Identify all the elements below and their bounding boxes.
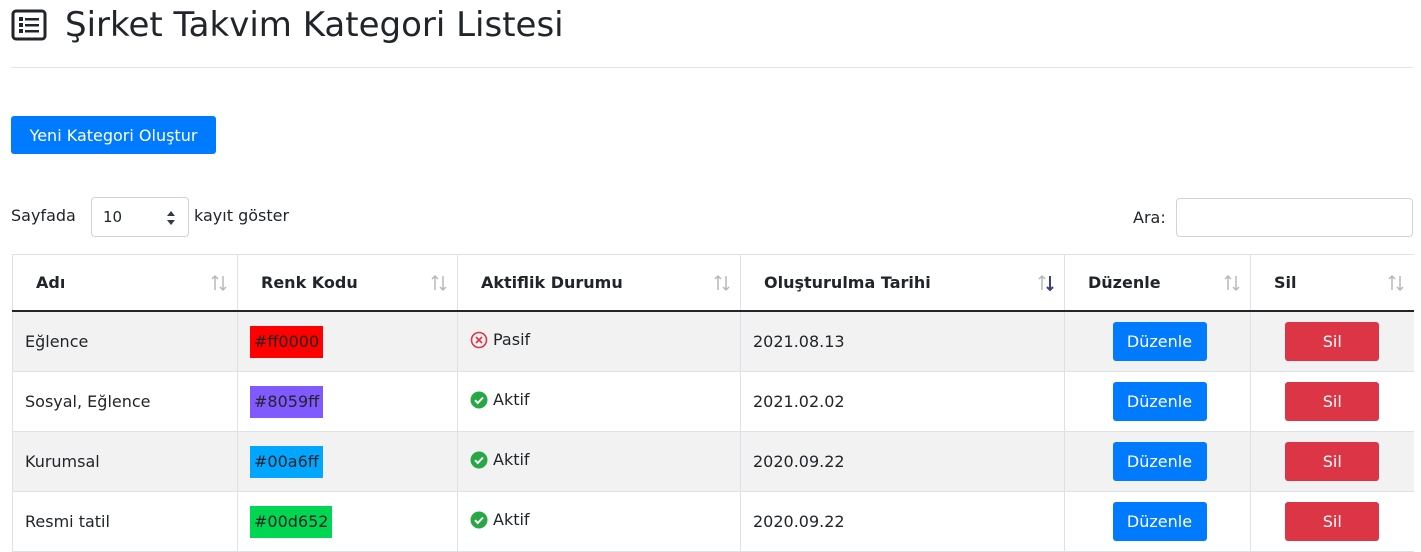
- cell-date: 2020.09.22: [740, 431, 1065, 492]
- cell-delete: Sil: [1250, 491, 1414, 552]
- delete-button[interactable]: Sil: [1285, 502, 1380, 541]
- cell-color: #ff0000: [237, 311, 458, 372]
- cell-status: Aktif: [457, 431, 741, 492]
- cell-color: #00d652: [237, 491, 458, 552]
- cell-edit: Düzenle: [1064, 371, 1251, 432]
- page-length-value: 10: [103, 208, 123, 226]
- sort-both-icon: [211, 274, 227, 292]
- cell-delete: Sil: [1250, 311, 1414, 372]
- column-header-color[interactable]: Renk Kodu: [237, 254, 458, 312]
- cell-name: Sosyal, Eğlence: [12, 371, 238, 432]
- column-header-label: Sil: [1274, 273, 1297, 292]
- status-label: Aktif: [493, 450, 530, 470]
- edit-button[interactable]: Düzenle: [1112, 382, 1207, 421]
- column-header-label: Oluşturulma Tarihi: [764, 273, 931, 292]
- search-label: Ara:: [1133, 208, 1166, 227]
- cell-status: Aktif: [457, 491, 741, 552]
- cell-status: Pasif: [457, 311, 741, 372]
- column-header-label: Aktiflik Durumu: [481, 273, 623, 292]
- delete-button[interactable]: Sil: [1285, 442, 1380, 481]
- table-header-row: Adı Renk Kodu Aktiflik Durumu Oluşturulm…: [12, 254, 1414, 312]
- color-swatch: #ff0000: [250, 325, 324, 358]
- column-header-status[interactable]: Aktiflik Durumu: [457, 254, 741, 312]
- page-title: Şirket Takvim Kategori Listesi: [65, 5, 564, 45]
- table-row: Kurumsal #00a6ff Aktif 2020.09.22 Düzenl…: [12, 431, 1414, 492]
- sort-desc-icon: [1038, 274, 1054, 292]
- page-header: Şirket Takvim Kategori Listesi: [11, 0, 1413, 68]
- edit-button[interactable]: Düzenle: [1112, 322, 1207, 361]
- sort-both-icon: [714, 274, 730, 292]
- x-circle-icon: [470, 331, 488, 349]
- status-indicator: Pasif: [470, 330, 530, 349]
- cell-edit: Düzenle: [1064, 311, 1251, 372]
- select-arrows-icon: [167, 211, 175, 225]
- column-header-date[interactable]: Oluşturulma Tarihi: [740, 254, 1065, 312]
- status-label: Aktif: [493, 510, 530, 530]
- cell-name: Resmi tatil: [12, 491, 238, 552]
- check-circle-icon: [470, 391, 488, 409]
- new-category-button[interactable]: Yeni Kategori Oluştur: [11, 116, 216, 154]
- edit-button[interactable]: Düzenle: [1112, 442, 1207, 481]
- category-table: Adı Renk Kodu Aktiflik Durumu Oluşturulm…: [12, 254, 1414, 552]
- cell-status: Aktif: [457, 371, 741, 432]
- color-swatch: #00a6ff: [250, 445, 323, 478]
- status-indicator: Aktif: [470, 510, 530, 529]
- length-suffix-label: kayıt göster: [194, 206, 290, 225]
- delete-button[interactable]: Sil: [1285, 382, 1380, 421]
- table-row: Eğlence #ff0000 Pasif 2021.08.13 Düzenle…: [12, 311, 1414, 372]
- status-label: Aktif: [493, 390, 530, 410]
- cell-name: Kurumsal: [12, 431, 238, 492]
- status-indicator: Aktif: [470, 450, 530, 469]
- sort-both-icon: [1387, 274, 1404, 292]
- cell-date: 2021.08.13: [740, 311, 1065, 372]
- cell-edit: Düzenle: [1064, 491, 1251, 552]
- cell-delete: Sil: [1250, 371, 1414, 432]
- table-row: Sosyal, Eğlence #8059ff Aktif 2021.02.02…: [12, 371, 1414, 432]
- cell-color: #00a6ff: [237, 431, 458, 492]
- page-length-select[interactable]: 10: [91, 197, 189, 237]
- sort-both-icon: [1224, 274, 1240, 292]
- cell-color: #8059ff: [237, 371, 458, 432]
- cell-date: 2021.02.02: [740, 371, 1065, 432]
- edit-button[interactable]: Düzenle: [1112, 502, 1207, 541]
- column-header-name[interactable]: Adı: [12, 254, 238, 312]
- column-header-edit[interactable]: Düzenle: [1064, 254, 1251, 312]
- table-row: Resmi tatil #00d652 Aktif 2020.09.22 Düz…: [12, 491, 1414, 552]
- cell-date: 2020.09.22: [740, 491, 1065, 552]
- status-indicator: Aktif: [470, 390, 530, 409]
- list-alt-icon: [11, 9, 47, 41]
- color-swatch: #8059ff: [250, 385, 324, 418]
- sort-both-icon: [431, 274, 447, 292]
- column-header-delete[interactable]: Sil: [1250, 254, 1414, 312]
- search-input[interactable]: [1176, 198, 1413, 237]
- column-header-label: Renk Kodu: [261, 273, 358, 292]
- status-label: Pasif: [493, 330, 531, 350]
- column-header-label: Adı: [36, 273, 66, 292]
- cell-delete: Sil: [1250, 431, 1414, 492]
- column-header-label: Düzenle: [1088, 273, 1161, 292]
- cell-edit: Düzenle: [1064, 431, 1251, 492]
- cell-name: Eğlence: [12, 311, 238, 372]
- length-prefix-label: Sayfada: [11, 206, 76, 225]
- color-swatch: #00d652: [250, 505, 333, 538]
- check-circle-icon: [470, 451, 488, 469]
- delete-button[interactable]: Sil: [1285, 322, 1380, 361]
- check-circle-icon: [470, 511, 488, 529]
